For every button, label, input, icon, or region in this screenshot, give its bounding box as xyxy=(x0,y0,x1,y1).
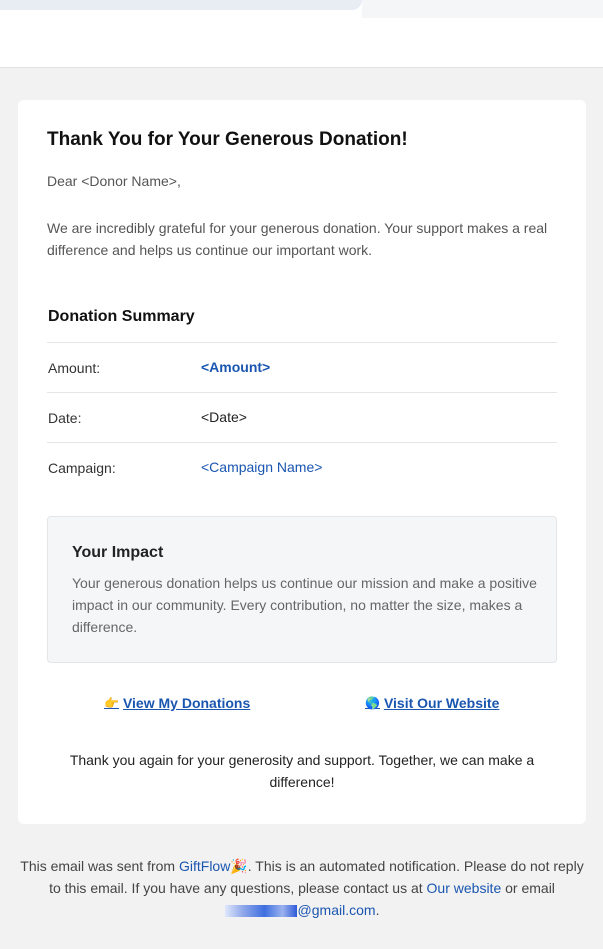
summary-label: Campaign: xyxy=(48,460,116,476)
summary-label: Amount: xyxy=(48,360,101,376)
view-donations-link[interactable]: 👉 View My Donations xyxy=(104,695,250,711)
redacted-email-user xyxy=(224,905,297,918)
date-value: <Date> xyxy=(201,409,247,425)
summary-row-campaign: Campaign: <Campaign Name> xyxy=(47,442,557,492)
top-right-strip xyxy=(362,0,603,18)
donation-summary-title: Donation Summary xyxy=(48,308,195,325)
our-website-link[interactable]: Our website xyxy=(427,880,502,896)
party-popper-icon: 🎉 xyxy=(230,858,248,874)
footer-text: or email xyxy=(501,880,555,896)
intro-paragraph: We are incredibly grateful for your gene… xyxy=(47,220,548,258)
visit-website-label: Visit Our Website xyxy=(383,695,500,711)
impact-box: Your Impact Your generous donation helps… xyxy=(47,516,557,663)
email-domain: @gmail.com xyxy=(297,902,376,918)
pointing-hand-icon: 👉 xyxy=(104,696,119,710)
impact-title: Your Impact xyxy=(72,544,164,561)
greeting: Dear <Donor Name>, xyxy=(47,173,181,189)
amount-value[interactable]: <Amount> xyxy=(201,359,270,375)
impact-text: Your generous donation helps us continue… xyxy=(72,575,537,635)
top-tab-strip xyxy=(0,0,362,10)
campaign-value[interactable]: <Campaign Name> xyxy=(201,459,322,475)
summary-row-date: Date: <Date> xyxy=(47,392,557,442)
summary-label: Date: xyxy=(48,410,82,426)
closing-message: Thank you again for your generosity and … xyxy=(69,752,535,790)
contact-email-link[interactable]: @gmail.com xyxy=(224,902,376,918)
view-donations-label: View My Donations xyxy=(122,695,251,711)
summary-row-amount: Amount: <Amount> xyxy=(47,342,557,392)
globe-icon: 🌎 xyxy=(365,696,380,710)
visit-website-link[interactable]: 🌎 Visit Our Website xyxy=(365,695,499,711)
footer-text: . xyxy=(375,902,380,918)
giftflow-link[interactable]: GiftFlow xyxy=(179,858,230,874)
email-title: Thank You for Your Generous Donation! xyxy=(47,129,408,150)
top-bar xyxy=(0,0,603,68)
email-card: Thank You for Your Generous Donation! De… xyxy=(18,100,586,824)
footer-text: This email was sent from xyxy=(20,858,179,874)
footer: This email was sent from GiftFlow🎉. This… xyxy=(18,855,586,921)
